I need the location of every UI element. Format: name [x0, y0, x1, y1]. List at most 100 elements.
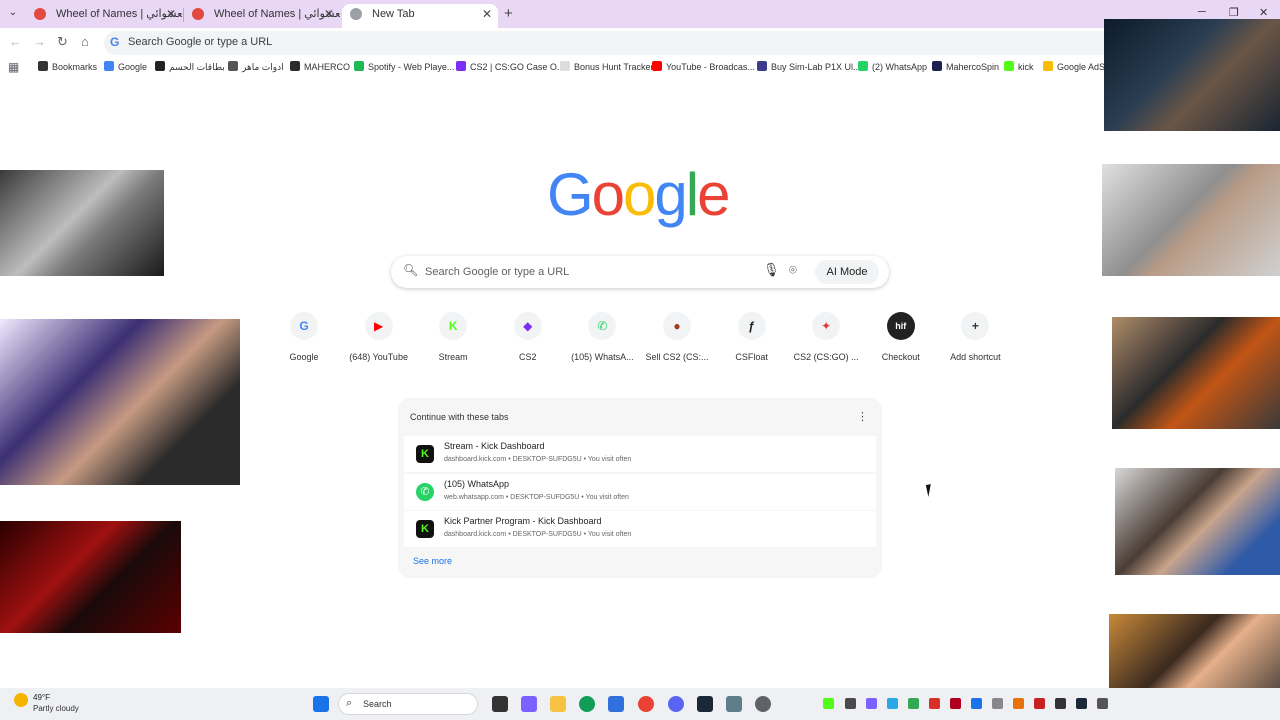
logo-letter: e	[697, 161, 730, 228]
search-icon: 🔍︎	[403, 263, 419, 277]
shortcut-tile[interactable]: + Add shortcut	[938, 312, 1012, 362]
close-tab-icon[interactable]: ✕	[482, 4, 492, 24]
more-options-icon[interactable]: ⋮	[857, 410, 868, 423]
tab-wheel-of-names-2[interactable]: Wheel of Names | قسم العشوائي ✕	[184, 4, 340, 28]
store-icon[interactable]	[608, 696, 624, 712]
tray-kick-icon[interactable]	[823, 698, 834, 709]
bookmark-item[interactable]: Spotify - Web Playe...	[354, 61, 454, 72]
continue-tab-item[interactable]: K Kick Partner Program - Kick Dashboard da…	[404, 511, 876, 547]
weather-temperature[interactable]: 49°F	[33, 693, 50, 702]
bookmark-item[interactable]: CS2 | CS:GO Case O...	[456, 61, 564, 72]
address-bar[interactable]: G Search Google or type a URL	[104, 31, 1114, 55]
tray-app-icon[interactable]	[1055, 698, 1066, 709]
tray-app-icon[interactable]	[950, 698, 961, 709]
task-view-icon[interactable]	[492, 696, 508, 712]
shortcut-tile[interactable]: ✆ (105) WhatsA...	[565, 312, 639, 362]
edge-icon[interactable]	[579, 696, 595, 712]
chrome-icon[interactable]	[638, 696, 654, 712]
logo-letter: l	[685, 161, 699, 228]
google-logo: Google	[547, 160, 731, 229]
discord-icon[interactable]	[668, 696, 684, 712]
tab-wheel-of-names-1[interactable]: Wheel of Names | قسم العشوائي ✕	[26, 4, 182, 28]
shortcut-icon: +	[961, 312, 990, 340]
google-lens-icon[interactable]: ⌾	[789, 262, 797, 278]
weather-condition[interactable]: Partly cloudy	[33, 704, 79, 713]
chrome-favicon-icon	[350, 8, 362, 20]
shortcut-tile[interactable]: ◆ CS2	[491, 312, 565, 362]
bookmark-item[interactable]: (2) WhatsApp	[858, 61, 927, 72]
bookmark-favicon-icon	[104, 61, 114, 71]
bookmark-item[interactable]: Bookmarks	[38, 61, 97, 72]
google-g-icon: G	[110, 35, 120, 49]
reload-icon[interactable]: ↻	[57, 34, 68, 50]
back-arrow-icon[interactable]: ←	[9, 34, 22, 49]
shortcut-icon: ◆	[513, 312, 542, 340]
shortcut-tile[interactable]: ● Sell CS2 (CS:...	[640, 312, 714, 362]
settings-icon[interactable]	[755, 696, 771, 712]
calculator-icon[interactable]	[726, 696, 742, 712]
file-explorer-icon[interactable]	[550, 696, 566, 712]
bookmark-item[interactable]: Google AdSe	[1043, 61, 1110, 72]
continue-tab-title: Kick Partner Program - Kick Dashboard	[444, 516, 602, 526]
wheel-favicon-icon	[192, 8, 204, 20]
taskbar-search[interactable]: ⌕ Search	[338, 693, 478, 715]
bookmark-item[interactable]: Google	[104, 61, 147, 72]
bookmark-item[interactable]: Bonus Hunt Tracker	[560, 61, 654, 72]
tray-app-icon[interactable]	[845, 698, 856, 709]
shortcut-tile[interactable]: ▶ (648) YouTube	[342, 312, 416, 362]
tray-steam-icon[interactable]	[1076, 698, 1087, 709]
forward-arrow-icon[interactable]: →	[33, 34, 46, 49]
bookmark-item[interactable]: MAHERCO	[290, 61, 350, 72]
close-tab-icon[interactable]: ✕	[166, 4, 176, 24]
close-window-icon[interactable]: ✕	[1259, 6, 1268, 19]
shortcut-tile[interactable]: ƒ CSFloat	[715, 312, 789, 362]
bookmark-item[interactable]: YouTube - Broadcas...	[652, 61, 755, 72]
shortcut-tile[interactable]: hif Checkout	[864, 312, 938, 362]
tray-app-icon[interactable]	[1097, 698, 1108, 709]
shortcut-tile[interactable]: ✦ CS2 (CS:GO) ...	[789, 312, 863, 362]
continue-tab-item[interactable]: ✆ (105) WhatsApp web.whatsapp.com • DESKTO…	[404, 474, 876, 510]
tray-app-icon[interactable]	[992, 698, 1003, 709]
shortcut-label: CSFloat	[735, 352, 768, 362]
tab-search-menu-icon[interactable]: ⌄	[5, 5, 21, 21]
microphone-icon[interactable]: 🎙︎	[763, 262, 780, 278]
tray-app-icon[interactable]	[866, 698, 877, 709]
tray-app-icon[interactable]	[1013, 698, 1024, 709]
tray-app-icon[interactable]	[887, 698, 898, 709]
bookmark-item[interactable]: Buy Sim-Lab P1X Ul...	[757, 61, 861, 72]
weather-icon[interactable]	[14, 693, 28, 707]
tab-new-tab[interactable]: New Tab ✕	[342, 4, 498, 28]
continue-tab-subtitle: web.whatsapp.com • DESKTOP-SUFDG5U • You…	[444, 494, 629, 501]
see-more-link[interactable]: See more	[413, 556, 452, 566]
shortcut-icon: K	[439, 312, 468, 340]
search-box[interactable]: 🔍︎ Search Google or type a URL 🎙︎ ⌾ AI M…	[391, 256, 889, 288]
webcam-overlay	[1115, 468, 1280, 575]
site-favicon-icon: K	[416, 445, 434, 463]
copilot-icon[interactable]	[521, 696, 537, 712]
continue-tab-item[interactable]: K Stream - Kick Dashboard dashboard.kick.c…	[404, 436, 876, 472]
tray-app-icon[interactable]	[929, 698, 940, 709]
site-favicon-icon: ✆	[416, 483, 434, 501]
restore-icon[interactable]: ❐	[1229, 6, 1239, 19]
close-tab-icon[interactable]: ✕	[324, 4, 334, 24]
bookmark-item[interactable]: بطاقات الحسم	[155, 61, 225, 73]
shortcut-tile[interactable]: G Google	[267, 312, 341, 362]
steam-icon[interactable]	[697, 696, 713, 712]
search-input[interactable]: Search Google or type a URL	[425, 266, 569, 278]
shortcut-tile[interactable]: K Stream	[416, 312, 490, 362]
minimize-icon[interactable]: ─	[1198, 6, 1206, 18]
bookmark-item[interactable]: MahercoSpin	[932, 61, 999, 72]
home-icon[interactable]: ⌂	[81, 34, 89, 49]
tray-app-icon[interactable]	[1034, 698, 1045, 709]
bookmark-item[interactable]: ادوات ماهر	[228, 61, 284, 73]
bookmarks-bar: ▦ Bookmarks Google بطاقات الحسم ادوات ماهر M…	[0, 56, 1280, 78]
apps-grid-icon[interactable]: ▦	[8, 60, 19, 74]
new-tab-plus-icon[interactable]: +	[504, 5, 513, 22]
bookmark-label: Bookmarks	[52, 62, 98, 72]
tray-app-icon[interactable]	[908, 698, 919, 709]
ai-mode-button[interactable]: AI Mode	[815, 260, 879, 284]
shortcut-label: CS2	[519, 352, 537, 362]
bookmark-item[interactable]: kick	[1004, 61, 1034, 72]
bluetooth-icon[interactable]	[971, 698, 982, 709]
windows-start-icon[interactable]	[313, 696, 329, 712]
